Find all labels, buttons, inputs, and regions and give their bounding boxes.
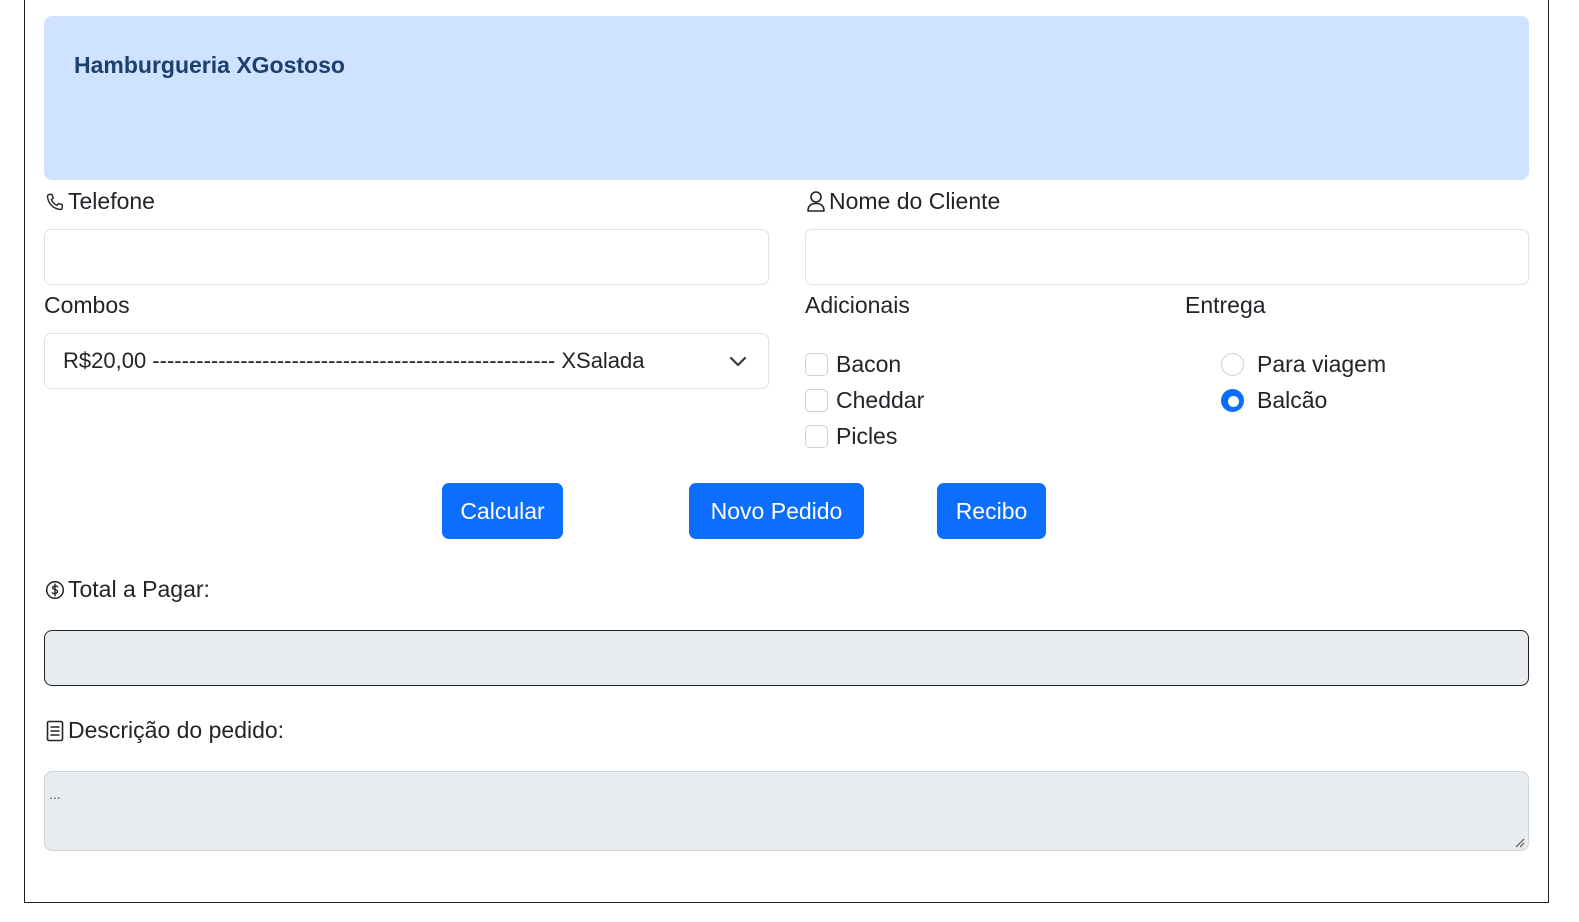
- para-viagem-radio[interactable]: [1221, 353, 1244, 376]
- resize-handle-icon[interactable]: [1513, 835, 1525, 848]
- description-textarea[interactable]: ...: [44, 771, 1529, 851]
- delivery-option-para-viagem[interactable]: Para viagem: [1221, 351, 1386, 378]
- chevron-down-icon: [728, 351, 748, 371]
- bacon-checkbox[interactable]: [805, 353, 828, 376]
- new-order-button[interactable]: Novo Pedido: [689, 483, 864, 539]
- cheddar-checkbox[interactable]: [805, 389, 828, 412]
- bacon-label: Bacon: [836, 351, 902, 377]
- calculate-button[interactable]: Calcular: [442, 483, 563, 539]
- phone-icon: [44, 190, 66, 214]
- combos-label: Combos: [44, 292, 130, 318]
- delivery-label: Entrega: [1185, 292, 1266, 318]
- picles-checkbox[interactable]: [805, 425, 828, 448]
- page-title: Hamburgueria XGostoso: [74, 52, 345, 78]
- phone-label-text: Telefone: [68, 188, 155, 214]
- extra-option-picles[interactable]: Picles: [805, 423, 897, 450]
- description-label-text: Descrição do pedido:: [68, 717, 285, 743]
- extra-option-bacon[interactable]: Bacon: [805, 351, 901, 378]
- delivery-option-balcao[interactable]: Balcão: [1221, 387, 1327, 414]
- receipt-button[interactable]: Recibo: [937, 483, 1046, 539]
- extra-option-cheddar[interactable]: Cheddar: [805, 387, 924, 414]
- phone-label: Telefone: [44, 188, 155, 215]
- client-name-label-text: Nome do Cliente: [829, 188, 1001, 214]
- total-label-text: Total a Pagar:: [68, 576, 210, 602]
- combos-select[interactable]: R$20,00 --------------------------------…: [44, 333, 769, 389]
- phone-input[interactable]: [44, 229, 769, 285]
- client-name-label: Nome do Cliente: [805, 188, 1000, 215]
- client-name-input[interactable]: [805, 229, 1529, 285]
- currency-icon: [44, 578, 66, 602]
- header-banner: Hamburgueria XGostoso: [44, 16, 1529, 180]
- balcao-label: Balcão: [1257, 387, 1328, 413]
- total-label: Total a Pagar:: [44, 576, 210, 603]
- picles-label: Picles: [836, 423, 898, 449]
- extras-label: Adicionais: [805, 292, 910, 318]
- total-field: [44, 630, 1529, 686]
- description-label: Descrição do pedido:: [44, 717, 284, 744]
- para-viagem-label: Para viagem: [1257, 351, 1387, 377]
- balcao-radio[interactable]: [1221, 389, 1244, 412]
- description-placeholder: ...: [49, 786, 61, 802]
- person-icon: [805, 190, 827, 214]
- combos-selected-value: R$20,00 --------------------------------…: [63, 348, 645, 373]
- cheddar-label: Cheddar: [836, 387, 925, 413]
- document-icon: [44, 719, 66, 743]
